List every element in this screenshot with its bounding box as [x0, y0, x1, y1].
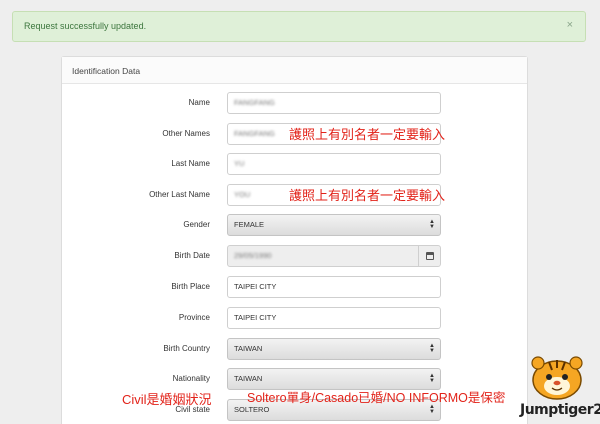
birth-country-select[interactable]: TAIWAN ▲ ▼ — [227, 338, 441, 360]
row-last-name: Last Name YU — [62, 153, 529, 175]
birth-country-label: Birth Country — [163, 344, 210, 353]
panel-heading: Identification Data — [62, 57, 527, 84]
watermark-text: Jumptiger22 — [520, 402, 600, 418]
birth-place-label: Birth Place — [171, 282, 210, 291]
other-last-name-label: Other Last Name — [149, 190, 210, 199]
calendar-button[interactable] — [418, 246, 440, 266]
last-name-label: Last Name — [171, 159, 210, 168]
last-name-input[interactable]: YU — [227, 153, 441, 175]
gender-select[interactable]: FEMALE ▲ ▼ — [227, 214, 441, 236]
select-arrows-icon: ▲ ▼ — [429, 404, 435, 415]
birth-date-input[interactable]: 29/05/1990 — [227, 245, 441, 267]
close-icon[interactable]: × — [567, 19, 573, 31]
row-birth-date: Birth Date 29/05/1990 — [62, 245, 529, 267]
gender-label: Gender — [183, 220, 210, 229]
success-alert: Request successfully updated. × — [12, 11, 586, 42]
province-label: Province — [178, 313, 210, 322]
birth-place-input[interactable]: TAIPEI CITY — [227, 276, 441, 298]
select-arrows-icon: ▲ ▼ — [429, 373, 435, 384]
select-arrows-icon: ▲ ▼ — [429, 219, 435, 230]
calendar-icon — [426, 252, 434, 260]
other-names-annotation: 護照上有別名者一定要輸入 — [289, 127, 446, 142]
select-arrows-icon: ▲ ▼ — [429, 343, 435, 354]
row-birth-place: Birth Place TAIPEI CITY — [62, 276, 529, 298]
nationality-label: Nationality — [172, 374, 210, 383]
row-province: Province TAIPEI CITY — [62, 307, 529, 329]
identification-panel: Identification Data Name FANGFANG Other … — [61, 56, 528, 424]
row-birth-country: Birth Country TAIWAN ▲ ▼ — [62, 338, 529, 360]
other-names-label: Other Names — [162, 129, 210, 138]
name-input[interactable]: FANGFANG — [227, 92, 441, 114]
panel-title: Identification Data — [72, 66, 141, 76]
other-last-name-annotation: 護照上有別名者一定要輸入 — [289, 188, 446, 203]
tiger-mascot-icon — [531, 356, 583, 400]
alert-message: Request successfully updated. — [24, 21, 147, 31]
civil-values-annotation: Soltero單身/Casado已婚/NO INFORMO是保密 — [247, 391, 506, 405]
birth-date-label: Birth Date — [174, 251, 210, 260]
row-name: Name FANGFANG — [62, 92, 529, 114]
civil-annotation: Civil是婚姻狀況 — [122, 392, 212, 407]
row-gender: Gender FEMALE ▲ ▼ — [62, 214, 529, 236]
province-input[interactable]: TAIPEI CITY — [227, 307, 441, 329]
name-label: Name — [188, 98, 210, 107]
